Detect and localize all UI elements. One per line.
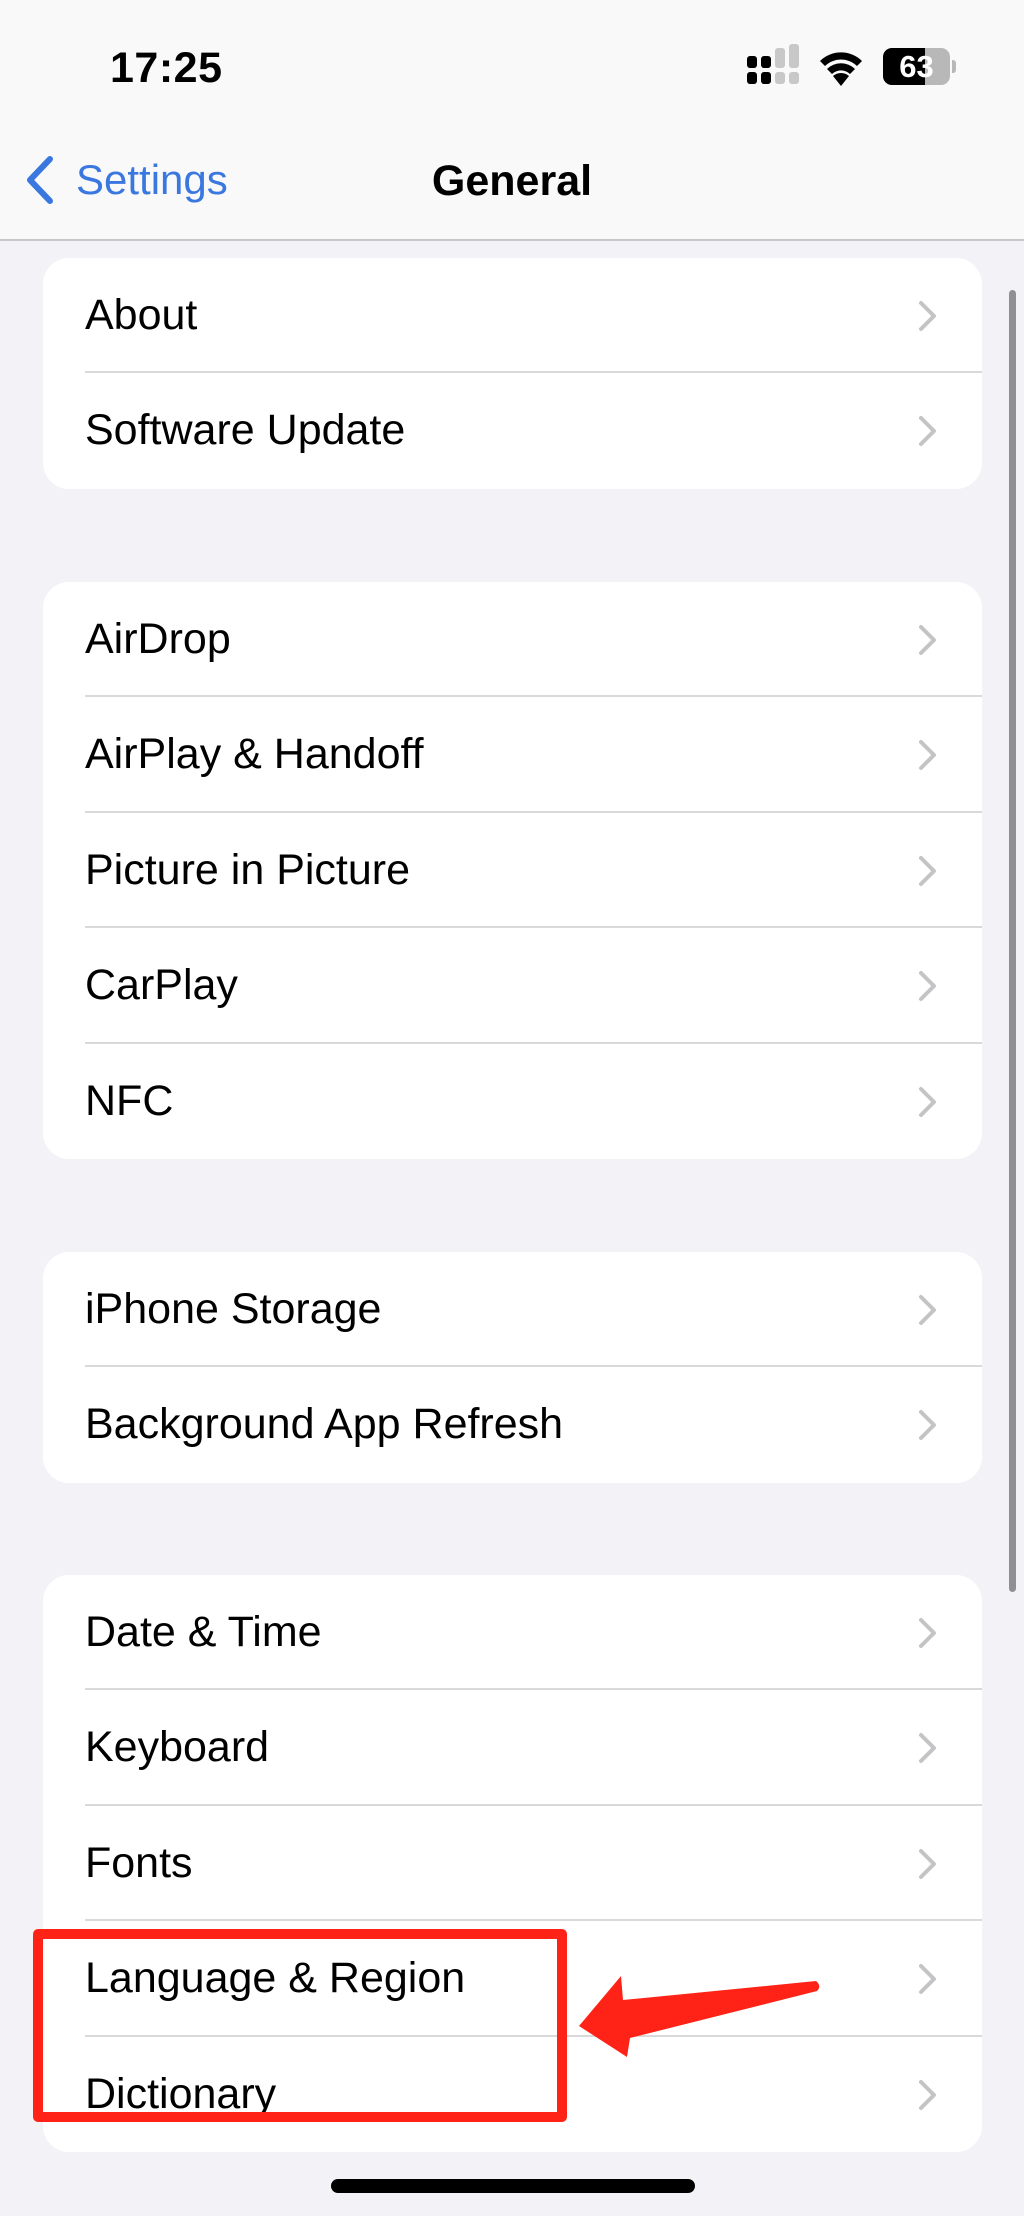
item-label: iPhone Storage [85,1285,382,1333]
list-item-fonts[interactable]: Fonts [43,1806,982,1922]
list-item-carplay[interactable]: CarPlay [43,928,982,1044]
item-label: Software Update [85,406,406,455]
battery-icon: 63 [883,48,950,85]
chevron-right-icon [919,301,936,331]
list-item-date-time[interactable]: Date & Time [43,1575,982,1691]
chevron-right-icon [919,1733,936,1764]
wifi-icon [820,52,862,86]
home-indicator[interactable] [331,2179,695,2193]
status-bar: 17:25 63 [0,0,1024,135]
chevron-right-icon [919,1964,936,1995]
item-label: Keyboard [85,1723,270,1772]
item-label: CarPlay [85,961,238,1010]
chevron-right-icon [919,1848,936,1879]
cellular-signal-icon [747,44,801,86]
settings-group-1: About Software Update [43,258,982,489]
chevron-right-icon [919,625,936,655]
chevron-right-icon [919,416,936,447]
settings-group-2: AirDrop AirPlay & Handoff Picture in Pic… [43,582,982,1159]
chevron-right-icon [919,1618,936,1648]
annotation-arrow-icon [579,1976,820,2057]
annotation-highlight-box [33,1929,567,2122]
list-item-background-app-refresh[interactable]: Background App Refresh [43,1367,982,1482]
navigation-bar: Settings General [0,135,1024,241]
item-label: Date & Time [85,1608,322,1656]
item-label: Picture in Picture [85,845,411,894]
chevron-right-icon [919,971,936,1002]
item-label: NFC [85,1076,174,1125]
chevron-right-icon [919,855,936,886]
list-item-picture-in-picture[interactable]: Picture in Picture [43,813,982,929]
item-label: About [85,291,198,339]
list-item-airdrop[interactable]: AirDrop [43,582,982,698]
item-label: AirPlay & Handoff [85,730,424,779]
list-item-software-update[interactable]: Software Update [43,373,982,488]
chevron-right-icon [919,2079,936,2110]
item-label: Fonts [85,1838,193,1887]
item-label: AirDrop [85,615,231,663]
list-item-nfc[interactable]: NFC [43,1044,982,1159]
list-item-airplay-handoff[interactable]: AirPlay & Handoff [43,697,982,813]
battery-percent: 63 [899,49,934,84]
chevron-right-icon [919,1086,936,1117]
chevron-right-icon [919,1410,936,1441]
settings-group-3: iPhone Storage Background App Refresh [43,1252,982,1483]
list-item-about[interactable]: About [43,258,982,374]
status-time: 17:25 [110,44,223,92]
battery-nub [952,60,956,73]
chevron-right-icon [919,740,936,771]
scrollbar[interactable] [1009,290,1016,1592]
list-item-keyboard[interactable]: Keyboard [43,1690,982,1806]
chevron-right-icon [919,1295,936,1325]
page-title: General [431,157,593,205]
item-label: Background App Refresh [85,1400,564,1449]
list-item-iphone-storage[interactable]: iPhone Storage [43,1252,982,1368]
